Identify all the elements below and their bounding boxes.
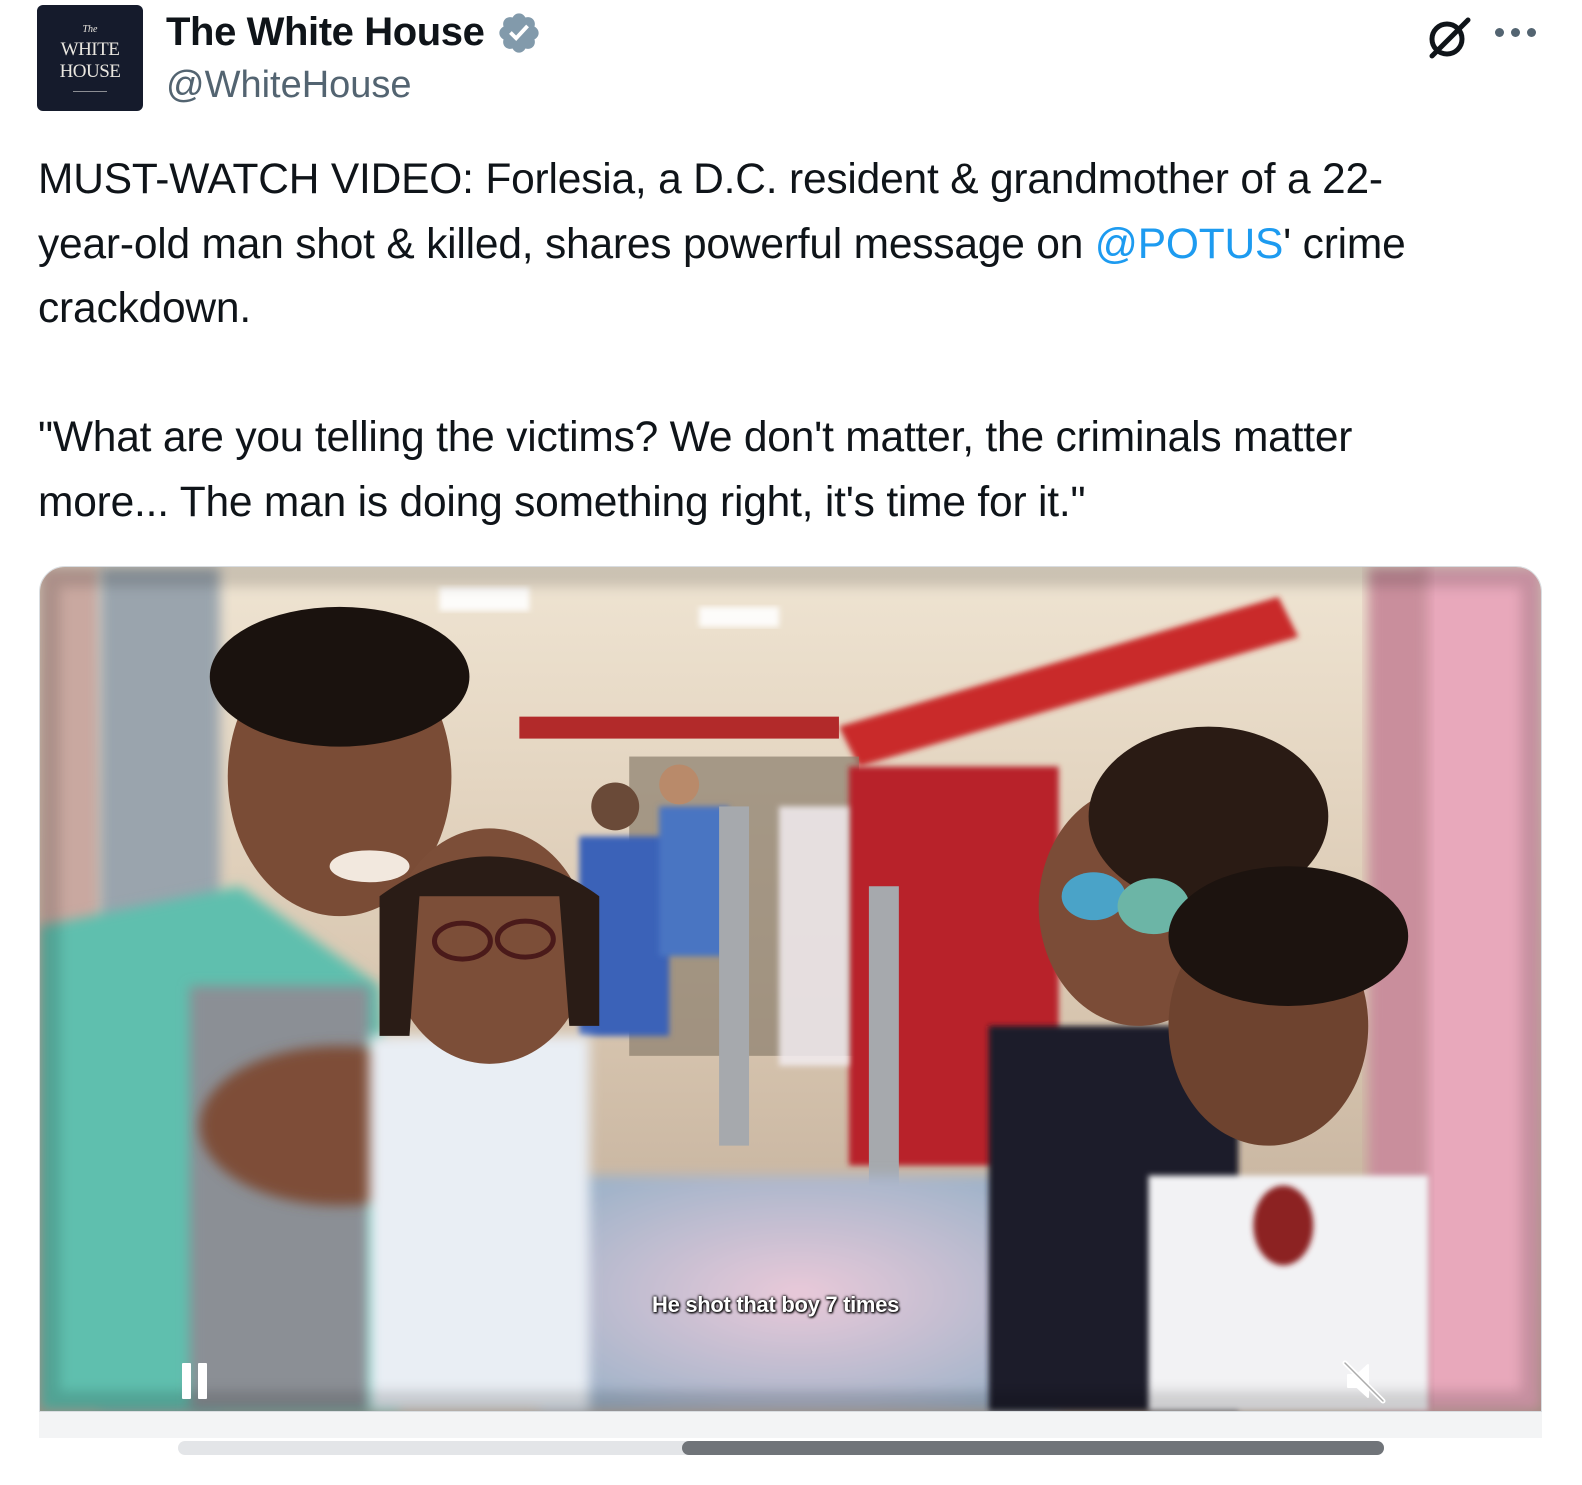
grok-icon[interactable] — [1424, 14, 1474, 60]
video-caption: He shot that boy 7 times — [652, 1292, 900, 1317]
potus-mention-link[interactable]: @POTUS — [1095, 221, 1284, 268]
avatar-rule — [73, 90, 107, 92]
avatar-line-the: The — [82, 23, 98, 35]
video-player[interactable]: He shot that boy 7 times — [39, 566, 1542, 1412]
tweet: The WHITE HOUSE The White House @WhiteHo… — [0, 0, 1582, 1485]
avatar[interactable]: The WHITE HOUSE — [37, 5, 143, 111]
video-progress-fill — [682, 1441, 1384, 1455]
media-bottom-strip — [39, 1412, 1542, 1438]
muted-speaker-icon[interactable] — [1340, 1357, 1388, 1405]
more-dots-icon[interactable] — [1495, 24, 1543, 40]
verified-badge-icon[interactable] — [496, 10, 542, 56]
handle[interactable]: @WhiteHouse — [166, 62, 412, 108]
video-progress-track[interactable] — [178, 1441, 1384, 1455]
pause-icon[interactable] — [182, 1363, 212, 1399]
avatar-line-house: HOUSE — [59, 60, 121, 82]
video-frame — [40, 567, 1541, 1411]
tweet-text: MUST-WATCH VIDEO: Forlesia, a D.C. resid… — [38, 148, 1548, 535]
avatar-line-white: WHITE — [60, 38, 120, 60]
display-name[interactable]: The White House — [166, 8, 485, 56]
